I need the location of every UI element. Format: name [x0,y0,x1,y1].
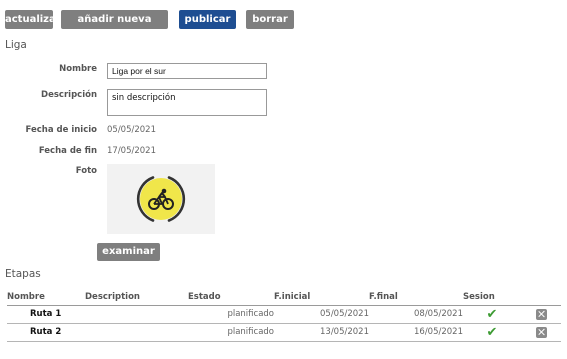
name-input[interactable] [107,63,267,79]
start-date-value: 05/05/2021 [107,125,156,135]
stages-table: Nombre Description Estado F.inicial F.fi… [7,290,561,342]
column-header-name: Nombre [7,290,85,306]
league-section-title: Liga [5,39,27,51]
stages-section-title: Etapas [5,268,41,280]
bicycle-logo-icon [136,176,186,222]
stage-description [85,323,188,342]
table-header-row: Nombre Description Estado F.inicial F.fi… [7,290,561,306]
publish-button[interactable]: publicar [179,10,236,29]
column-header-session: Sesion [463,290,521,306]
name-label: Nombre [59,64,97,74]
stage-name[interactable]: Ruta 2 [7,323,85,342]
table-row[interactable]: Ruta 2 planificado 13/05/2021 16/05/2021… [7,323,561,342]
stage-end-date: 08/05/2021 [369,305,463,324]
column-header-status: Estado [188,290,274,306]
column-header-start: F.inicial [274,290,369,306]
stage-status: planificado [188,305,274,324]
start-date-label: Fecha de inicio [25,125,98,135]
add-stage-button[interactable]: añadir nueva etapa [61,10,168,44]
check-icon: ✔ [486,306,498,322]
stage-name[interactable]: Ruta 1 [7,305,85,324]
stage-start-date: 05/05/2021 [274,305,369,324]
refresh-button[interactable]: actualizar [5,10,61,29]
league-photo [107,164,215,234]
end-date-value: 17/05/2021 [107,146,156,156]
stage-end-date: 16/05/2021 [369,323,463,342]
stage-description [85,305,188,324]
description-label: Descripción [41,90,97,100]
browse-button[interactable]: examinar [97,243,160,261]
photo-label: Foto [75,166,97,176]
close-icon[interactable] [535,308,547,320]
end-date-label: Fecha de fin [38,146,97,156]
delete-button[interactable]: borrar [246,10,294,29]
close-icon[interactable] [535,326,547,338]
description-textarea[interactable]: sin descripción [107,89,267,116]
column-header-description: Description [85,290,188,306]
column-header-actions [521,290,561,306]
stage-start-date: 13/05/2021 [274,323,369,342]
column-header-end: F.final [369,290,463,306]
stage-status: planificado [188,323,274,342]
check-icon: ✔ [486,324,498,340]
table-row[interactable]: Ruta 1 planificado 05/05/2021 08/05/2021… [7,305,561,324]
